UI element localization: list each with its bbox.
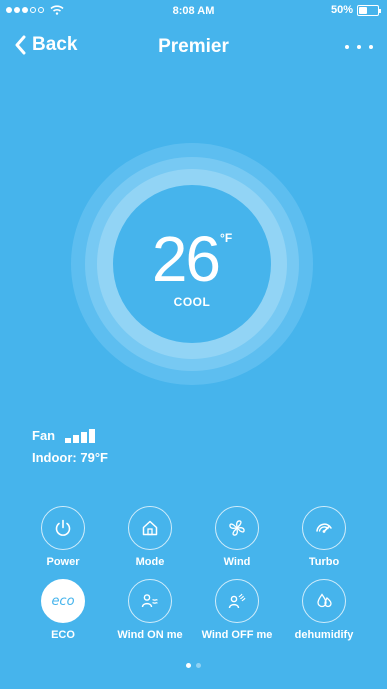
eco-label: ECO [51, 629, 75, 641]
person-wind-icon [141, 594, 158, 608]
battery-percent: 50% [330, 4, 353, 16]
eco-icon: eco [51, 593, 75, 609]
more-dot-icon [369, 45, 373, 49]
fan-speed-bar [89, 428, 96, 443]
more-dot-icon [357, 45, 361, 49]
battery-icon [357, 4, 381, 16]
more-dot-icon [345, 45, 349, 49]
power-icon [55, 519, 71, 536]
fan-speed-bar [73, 434, 80, 443]
mode-button-label: Mode [135, 556, 165, 568]
person-wind-away-icon [228, 593, 246, 609]
mode-label: COOL [173, 295, 211, 309]
status-time: 8:08 AM [172, 5, 215, 17]
page-title: Premier [158, 36, 229, 57]
wind-off-me-label: Wind OFF me [201, 629, 273, 641]
nav-bar: Back Premier [0, 28, 387, 72]
wind-off-me-circle[interactable] [215, 579, 259, 623]
water-drops-icon [317, 593, 332, 608]
wind-on-me-label: Wind ON me [117, 629, 183, 641]
wind-off-me-button[interactable]: Wind OFF me [197, 579, 277, 641]
temperature-unit: °F [220, 231, 233, 245]
power-label: Power [46, 556, 80, 568]
home-icon [142, 520, 158, 536]
turbo-label: Turbo [308, 556, 340, 568]
dehumidify-label: dehumidify [294, 629, 354, 641]
turbo-button-circle[interactable] [302, 506, 346, 550]
fan-label: Fan [32, 428, 56, 443]
wind-button-circle[interactable] [215, 506, 259, 550]
page-dot[interactable] [196, 663, 201, 668]
page-indicator[interactable] [0, 663, 387, 668]
wind-label: Wind [223, 556, 251, 568]
power-button-circle[interactable] [41, 506, 85, 550]
battery-fill [359, 6, 367, 14]
fan-speed-bar [81, 431, 88, 443]
temperature-dial[interactable]: 26°F COOL [71, 143, 313, 385]
turbo-button[interactable]: Turbo [284, 506, 364, 568]
fan-speed-bar [65, 437, 72, 443]
eco-button-circle[interactable]: eco [41, 579, 85, 623]
dehumidify-button[interactable]: dehumidify [284, 579, 364, 641]
fan-icon [229, 520, 245, 536]
battery-cap [379, 8, 381, 13]
wind-on-me-button[interactable]: Wind ON me [110, 579, 190, 641]
power-button[interactable]: Power [23, 506, 103, 568]
dehumidify-circle[interactable] [302, 579, 346, 623]
turbo-icon [316, 523, 332, 533]
fan-status: Fan [32, 428, 96, 443]
more-options-button[interactable] [345, 36, 373, 58]
eco-button[interactable]: eco ECO [23, 579, 103, 641]
page-dot[interactable] [186, 663, 191, 668]
temperature-value: 26 [151, 223, 221, 295]
wind-button[interactable]: Wind [197, 506, 277, 568]
status-bar: 8:08 AM 50% [0, 0, 387, 22]
wind-on-me-circle[interactable] [128, 579, 172, 623]
mode-button[interactable]: Mode [110, 506, 190, 568]
battery-status: 50% [330, 4, 381, 16]
mode-button-circle[interactable] [128, 506, 172, 550]
fan-speed-bars-icon [65, 428, 96, 443]
indoor-temperature: Indoor: 79°F [32, 450, 108, 465]
temperature-readout: 26°F [71, 227, 313, 291]
